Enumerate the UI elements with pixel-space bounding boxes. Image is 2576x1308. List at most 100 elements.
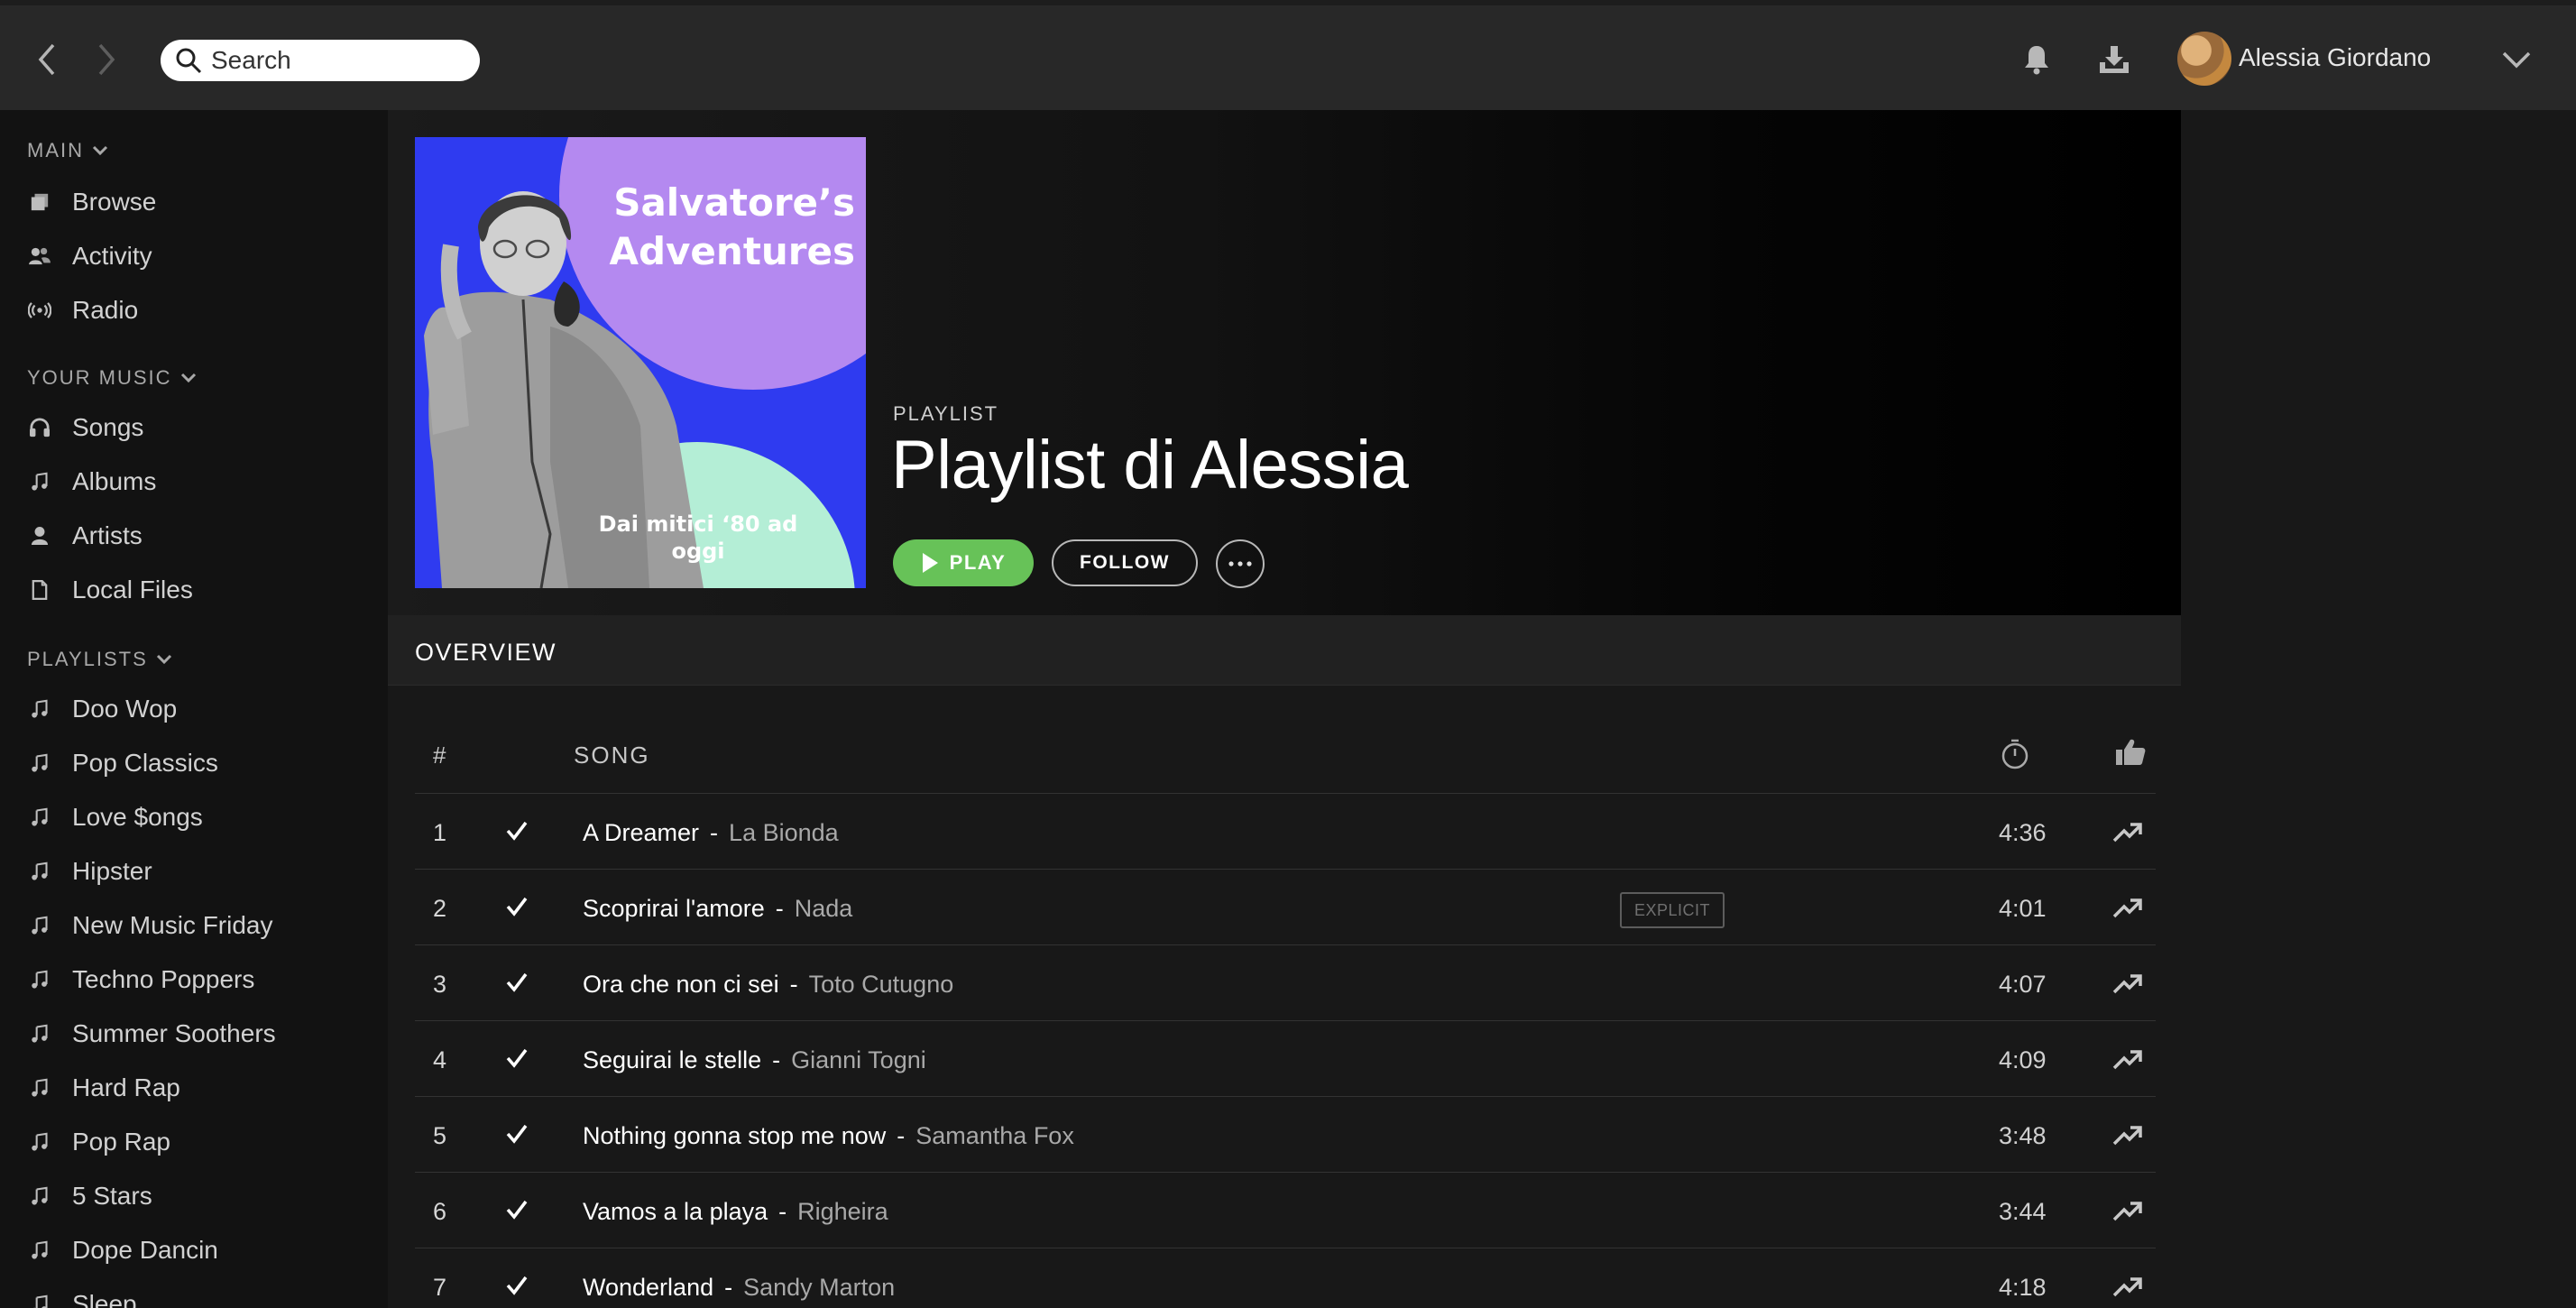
cover-subtitle: Dai mitici ‘80 ad oggi (598, 511, 798, 564)
check-icon[interactable] (503, 969, 530, 996)
thumbs-up-icon[interactable] (2114, 736, 2147, 769)
music-app: Alessia Giordano MAIN Browse Activity Ra… (0, 0, 2576, 1308)
chevron-down-icon (91, 144, 109, 157)
track-info: Scoprirai l'amore - Nada (583, 895, 852, 923)
check-icon[interactable] (503, 1045, 530, 1072)
user-name[interactable]: Alessia Giordano (2239, 43, 2431, 72)
table-row[interactable]: 4 Seguirai le stelle - Gianni Togni 4:09 (415, 1021, 2156, 1097)
forward-arrow-icon[interactable] (88, 38, 124, 81)
more-options-button[interactable] (1216, 539, 1265, 588)
track-title[interactable]: Vamos a la playa (583, 1198, 768, 1226)
sidebar-item-local-files[interactable]: Local Files (27, 570, 193, 610)
sidebar-item-hard-rap[interactable]: Hard Rap (27, 1068, 180, 1108)
trending-up-icon (2111, 1119, 2145, 1153)
sidebar-item-new-music-friday[interactable]: New Music Friday (27, 906, 272, 945)
section-your-music[interactable]: YOUR MUSIC (27, 366, 198, 390)
sidebar-item-pop-classics[interactable]: Pop Classics (27, 743, 218, 783)
sidebar: MAIN Browse Activity Radio YOUR MUSIC So… (0, 110, 388, 1308)
sidebar-item-doo-wop[interactable]: Doo Wop (27, 689, 177, 729)
chevron-down-icon (155, 653, 173, 666)
track-number: 3 (433, 971, 447, 998)
sidebar-item-label: Songs (72, 413, 144, 441)
separator: - (724, 1274, 733, 1301)
sidebar-item-sleep[interactable]: Sleep (27, 1285, 137, 1308)
track-artist[interactable]: Gianni Togni (791, 1046, 926, 1074)
sidebar-item-artists[interactable]: Artists (27, 516, 143, 556)
sidebar-item-radio[interactable]: Radio (27, 290, 138, 330)
tab-bar: OVERVIEW (388, 615, 2181, 686)
table-row[interactable]: 7 Wonderland - Sandy Marton 4:18 (415, 1248, 2156, 1308)
column-header-number[interactable]: # (433, 742, 446, 769)
right-empty-panel (2181, 110, 2576, 1308)
track-title[interactable]: Scoprirai l'amore (583, 895, 765, 923)
bell-icon[interactable] (2017, 40, 2056, 79)
back-arrow-icon[interactable] (29, 38, 65, 81)
music-note-icon (27, 1184, 52, 1209)
sidebar-item-label: New Music Friday (72, 911, 273, 939)
activity-icon (27, 244, 52, 269)
track-artist[interactable]: Samantha Fox (915, 1122, 1074, 1150)
table-header: # SONG (415, 686, 2156, 794)
table-row[interactable]: 1 A Dreamer - La Bionda 4:36 (415, 794, 2156, 870)
track-artist[interactable]: Nada (795, 895, 853, 923)
track-number: 1 (433, 819, 447, 846)
table-row[interactable]: 3 Ora che non ci sei - Toto Cutugno 4:07 (415, 945, 2156, 1021)
search-input[interactable] (211, 46, 464, 75)
track-title[interactable]: A Dreamer (583, 819, 699, 847)
search-box[interactable] (161, 40, 480, 81)
table-row[interactable]: 2 Scoprirai l'amore - Nada EXPLICIT 4:01 (415, 870, 2156, 945)
track-artist[interactable]: Righeira (797, 1198, 888, 1226)
track-info: Nothing gonna stop me now - Samantha Fox (583, 1122, 1074, 1150)
sidebar-item-browse[interactable]: Browse (27, 182, 156, 222)
table-row[interactable]: 6 Vamos a la playa - Righeira 3:44 (415, 1173, 2156, 1248)
track-duration: 4:36 (1999, 819, 2047, 846)
avatar[interactable] (2177, 32, 2231, 86)
check-icon[interactable] (503, 817, 530, 844)
chevron-down-icon[interactable] (2498, 45, 2535, 74)
track-title[interactable]: Nothing gonna stop me now (583, 1122, 886, 1150)
track-info: A Dreamer - La Bionda (583, 819, 839, 847)
check-icon[interactable] (503, 893, 530, 920)
sidebar-item-songs[interactable]: Songs (27, 408, 143, 447)
check-icon[interactable] (503, 1272, 530, 1299)
sidebar-item-pop-rap[interactable]: Pop Rap (27, 1122, 170, 1162)
separator: - (897, 1122, 906, 1149)
track-artist[interactable]: Sandy Marton (743, 1274, 895, 1302)
track-title[interactable]: Seguirai le stelle (583, 1046, 761, 1074)
track-title[interactable]: Wonderland (583, 1274, 713, 1302)
column-header-song[interactable]: SONG (574, 742, 650, 769)
check-icon[interactable] (503, 1120, 530, 1147)
track-info: Wonderland - Sandy Marton (583, 1274, 895, 1302)
track-artist[interactable]: Toto Cutugno (809, 971, 954, 999)
track-info: Seguirai le stelle - Gianni Togni (583, 1046, 926, 1074)
sidebar-item-love-ongs[interactable]: Love $ongs (27, 797, 203, 837)
section-main[interactable]: MAIN (27, 139, 109, 162)
table-row[interactable]: 5 Nothing gonna stop me now - Samantha Fox 3… (415, 1097, 2156, 1173)
follow-button[interactable]: FOLLOW (1052, 539, 1198, 586)
section-your-music-title: YOUR MUSIC (27, 366, 172, 389)
play-button[interactable]: PLAY (893, 539, 1034, 586)
section-playlists[interactable]: PLAYLISTS (27, 648, 173, 671)
trending-up-icon (2111, 815, 2145, 850)
music-note-icon (27, 805, 52, 830)
sidebar-item-techno-poppers[interactable]: Techno Poppers (27, 960, 254, 999)
sidebar-item-dope-dancin[interactable]: Dope Dancin (27, 1230, 218, 1270)
download-icon[interactable] (2094, 40, 2134, 79)
sidebar-item-5-stars[interactable]: 5 Stars (27, 1176, 152, 1216)
check-icon[interactable] (503, 1196, 530, 1223)
sidebar-item-activity[interactable]: Activity (27, 236, 152, 276)
sidebar-item-albums[interactable]: Albums (27, 462, 156, 502)
track-artist[interactable]: La Bionda (729, 819, 839, 847)
track-duration: 3:48 (1999, 1122, 2047, 1149)
music-note-icon (27, 913, 52, 938)
section-main-title: MAIN (27, 139, 84, 161)
playlist-cover-image: Salvatore’s Adventures Dai mitici ‘80 ad… (415, 137, 866, 588)
clock-icon[interactable] (1999, 738, 2031, 770)
sidebar-item-label: Pop Rap (72, 1128, 170, 1156)
separator: - (772, 1046, 781, 1073)
track-title[interactable]: Ora che non ci sei (583, 971, 779, 999)
tab-overview[interactable]: OVERVIEW (415, 639, 557, 667)
sidebar-item-hipster[interactable]: Hipster (27, 852, 152, 891)
cover-title: Salvatore’s Adventures (609, 180, 855, 273)
sidebar-item-summer-soothers[interactable]: Summer Soothers (27, 1014, 276, 1054)
